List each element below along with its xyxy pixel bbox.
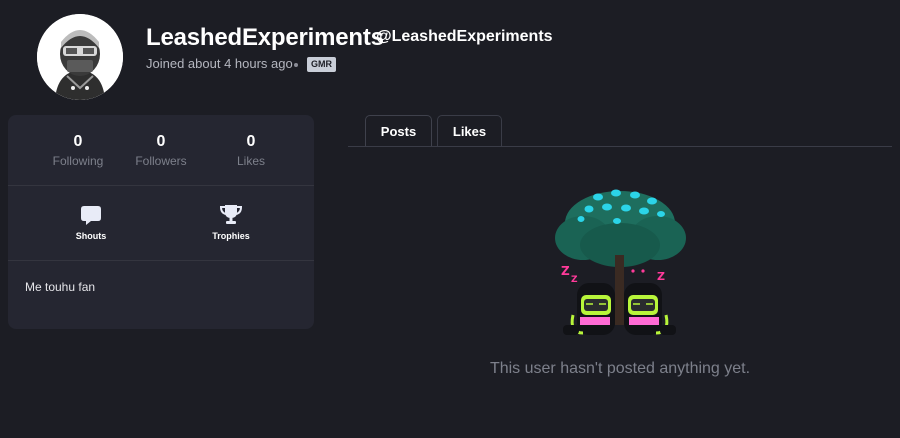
sleeping-creature-right <box>624 283 676 335</box>
profile-bio: Me touhu fan <box>25 280 96 294</box>
separator-dot <box>294 63 298 67</box>
tab-posts[interactable]: Posts <box>365 115 432 147</box>
sleep-letter: Z <box>571 275 578 285</box>
profile-summary-card: 0 Following 0 Followers 0 Likes Shouts T… <box>8 115 314 329</box>
sleeping-creature-left <box>563 283 615 335</box>
creature-eye <box>641 269 645 273</box>
tab-likes[interactable]: Likes <box>437 115 502 147</box>
trophies-label: Trophies <box>212 231 250 241</box>
sleep-letter: Z <box>561 264 570 278</box>
likes-count: 0 <box>246 133 256 150</box>
empty-state-message: This user hasn't posted anything yet. <box>489 360 751 377</box>
sleep-letter: Z <box>657 270 665 283</box>
status-badge: GMR <box>307 57 336 72</box>
stat-following[interactable]: 0 Following <box>38 133 118 168</box>
joined-date: Joined about 4 hours ago <box>146 56 293 71</box>
speech-bubble-icon <box>81 206 101 225</box>
followers-count: 0 <box>156 133 166 150</box>
followers-label: Followers <box>135 154 187 168</box>
display-name: LeashedExperiments <box>146 24 384 51</box>
likes-label: Likes <box>236 154 265 168</box>
tree-trunk <box>615 255 624 325</box>
creature-eye <box>631 269 635 273</box>
shouts-link[interactable]: Shouts <box>51 203 131 241</box>
tabs-divider <box>348 146 892 147</box>
divider <box>8 260 314 261</box>
following-label: Following <box>52 154 104 168</box>
divider <box>8 185 314 186</box>
shouts-label: Shouts <box>75 231 107 241</box>
trophies-link[interactable]: Trophies <box>191 203 271 241</box>
trophy-icon <box>219 205 243 224</box>
stat-likes[interactable]: 0 Likes <box>211 133 291 168</box>
following-count: 0 <box>73 133 83 150</box>
avatar[interactable] <box>37 14 123 100</box>
avatar-image <box>37 14 123 100</box>
empty-state-illustration: Z Z Z <box>555 189 686 335</box>
stat-followers[interactable]: 0 Followers <box>121 133 201 168</box>
username-handle: @LeashedExperiments <box>376 28 553 45</box>
